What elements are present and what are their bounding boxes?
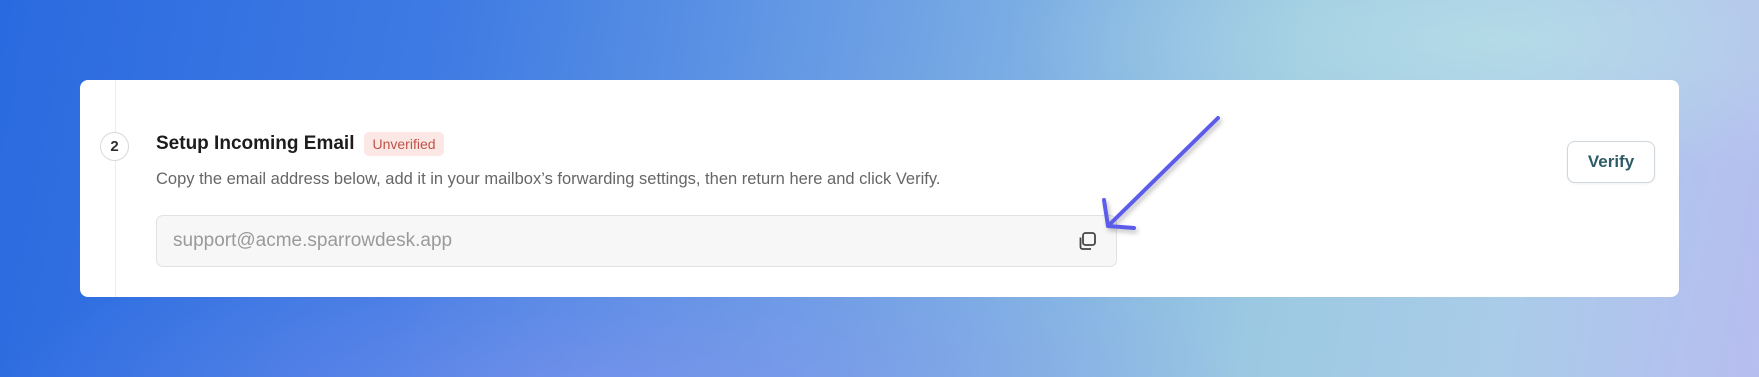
step-connector-line <box>115 80 116 297</box>
email-address-text[interactable]: support@acme.sparrowdesk.app <box>173 230 1074 252</box>
copy-icon[interactable] <box>1074 228 1100 254</box>
status-badge: Unverified <box>364 132 444 156</box>
step-title: Setup Incoming Email <box>156 133 355 154</box>
step-number: 2 <box>100 132 129 161</box>
title-row: Setup Incoming Email Unverified <box>156 132 444 156</box>
email-address-field[interactable]: support@acme.sparrowdesk.app <box>156 215 1117 267</box>
verify-button[interactable]: Verify <box>1567 141 1655 183</box>
step-description: Copy the email address below, add it in … <box>156 170 941 188</box>
setup-card: 2 Setup Incoming Email Unverified Copy t… <box>80 80 1679 297</box>
